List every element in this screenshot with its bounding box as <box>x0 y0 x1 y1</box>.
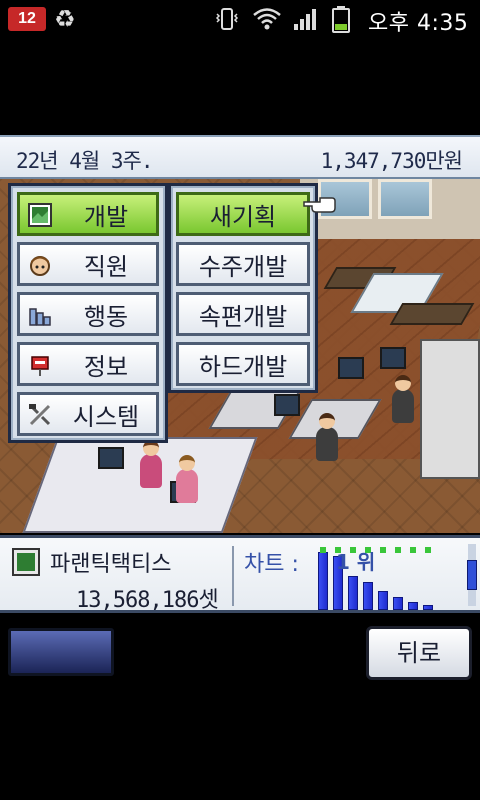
panel-divider <box>232 546 234 606</box>
menu-item-label: 시스템 <box>72 402 140 431</box>
chart-bar <box>348 576 358 610</box>
chart-marker <box>395 547 401 553</box>
chart-marker <box>410 547 416 553</box>
back-button[interactable]: 뒤로 <box>366 626 472 680</box>
submenu-item-sequel-dev[interactable]: 속편개발 <box>176 292 310 336</box>
receptionist-character[interactable] <box>140 440 162 488</box>
chart-bar <box>378 591 388 610</box>
menu-item-action[interactable]: 행동 <box>17 292 159 336</box>
menu-item-label: 행동 <box>83 302 129 331</box>
chart-marker <box>380 547 386 553</box>
menu-item-info[interactable]: 정보 <box>17 342 159 386</box>
product-cartridge-icon <box>12 548 40 576</box>
computer-monitor <box>380 347 406 369</box>
clock-time: 오후 4:35 <box>368 11 469 36</box>
office-window <box>378 179 432 219</box>
menu-item-label: 개발 <box>83 202 129 231</box>
date-money-bar: 22년 4월 3주. 1,347,730만원 <box>0 135 480 179</box>
game-date: 22년 4월 3주. <box>16 149 153 173</box>
funds-amount: 1,347,730만원 <box>320 149 463 173</box>
chart-bar <box>408 602 418 610</box>
submenu-item-label: 수주개발 <box>198 252 288 281</box>
chart-marker <box>320 547 326 553</box>
submenu-item-new-project[interactable]: 새기획 <box>176 192 310 236</box>
recycle-icon[interactable]: ♻ <box>54 5 76 33</box>
bookshelf <box>420 339 480 479</box>
notification-badge-icon[interactable]: 12 <box>8 7 46 31</box>
menu-item-development[interactable]: 개발 <box>17 192 159 236</box>
battery-icon <box>332 6 350 33</box>
chart-bar <box>363 582 373 610</box>
blank-action-button[interactable] <box>8 628 114 676</box>
chart-bar <box>318 552 328 610</box>
wifi-icon <box>253 8 281 30</box>
chart-label: 차트 : <box>244 552 299 577</box>
computer-monitor <box>274 394 300 416</box>
pointer-hand-icon <box>303 197 336 213</box>
chart-bar <box>393 597 403 610</box>
development-submenu: 새기획 수주개발 속편개발 하드개발 <box>168 183 318 393</box>
main-menu: 개발 직원 행동 정보 시스템 <box>8 183 168 443</box>
submenu-item-hardware-dev[interactable]: 하드개발 <box>176 342 310 386</box>
signal-icon <box>294 9 316 30</box>
submenu-item-label: 속편개발 <box>198 302 288 331</box>
product-info-panel[interactable]: 파랜틱택티스 13,568,186셋 차트 : 1 위 <box>0 535 480 613</box>
submenu-item-label: 새기획 <box>209 202 277 231</box>
computer-monitor <box>338 357 364 379</box>
menu-item-staff[interactable]: 직원 <box>17 242 159 286</box>
chart-bar <box>423 605 433 610</box>
submenu-item-label: 하드개발 <box>198 352 288 381</box>
product-name: 파랜틱택티스 <box>50 552 172 577</box>
staff-character[interactable] <box>316 413 338 461</box>
submenu-item-contract-dev[interactable]: 수주개발 <box>176 242 310 286</box>
sofa <box>389 303 475 325</box>
computer-monitor <box>98 447 124 469</box>
menu-item-system[interactable]: 시스템 <box>17 392 159 436</box>
chart-marker <box>425 547 431 553</box>
chart-rank: 1 위 <box>336 550 376 574</box>
menu-item-label: 직원 <box>83 252 129 281</box>
menu-item-label: 정보 <box>83 352 129 381</box>
receptionist-character[interactable] <box>176 455 198 503</box>
status-bar: 12 ♻ 오후 4:35 <box>0 0 480 38</box>
product-sales: 13,568,186셋 <box>76 588 219 613</box>
scrollbar-thumb[interactable] <box>467 560 477 590</box>
vibrate-icon <box>215 8 239 30</box>
staff-character[interactable] <box>392 375 414 423</box>
